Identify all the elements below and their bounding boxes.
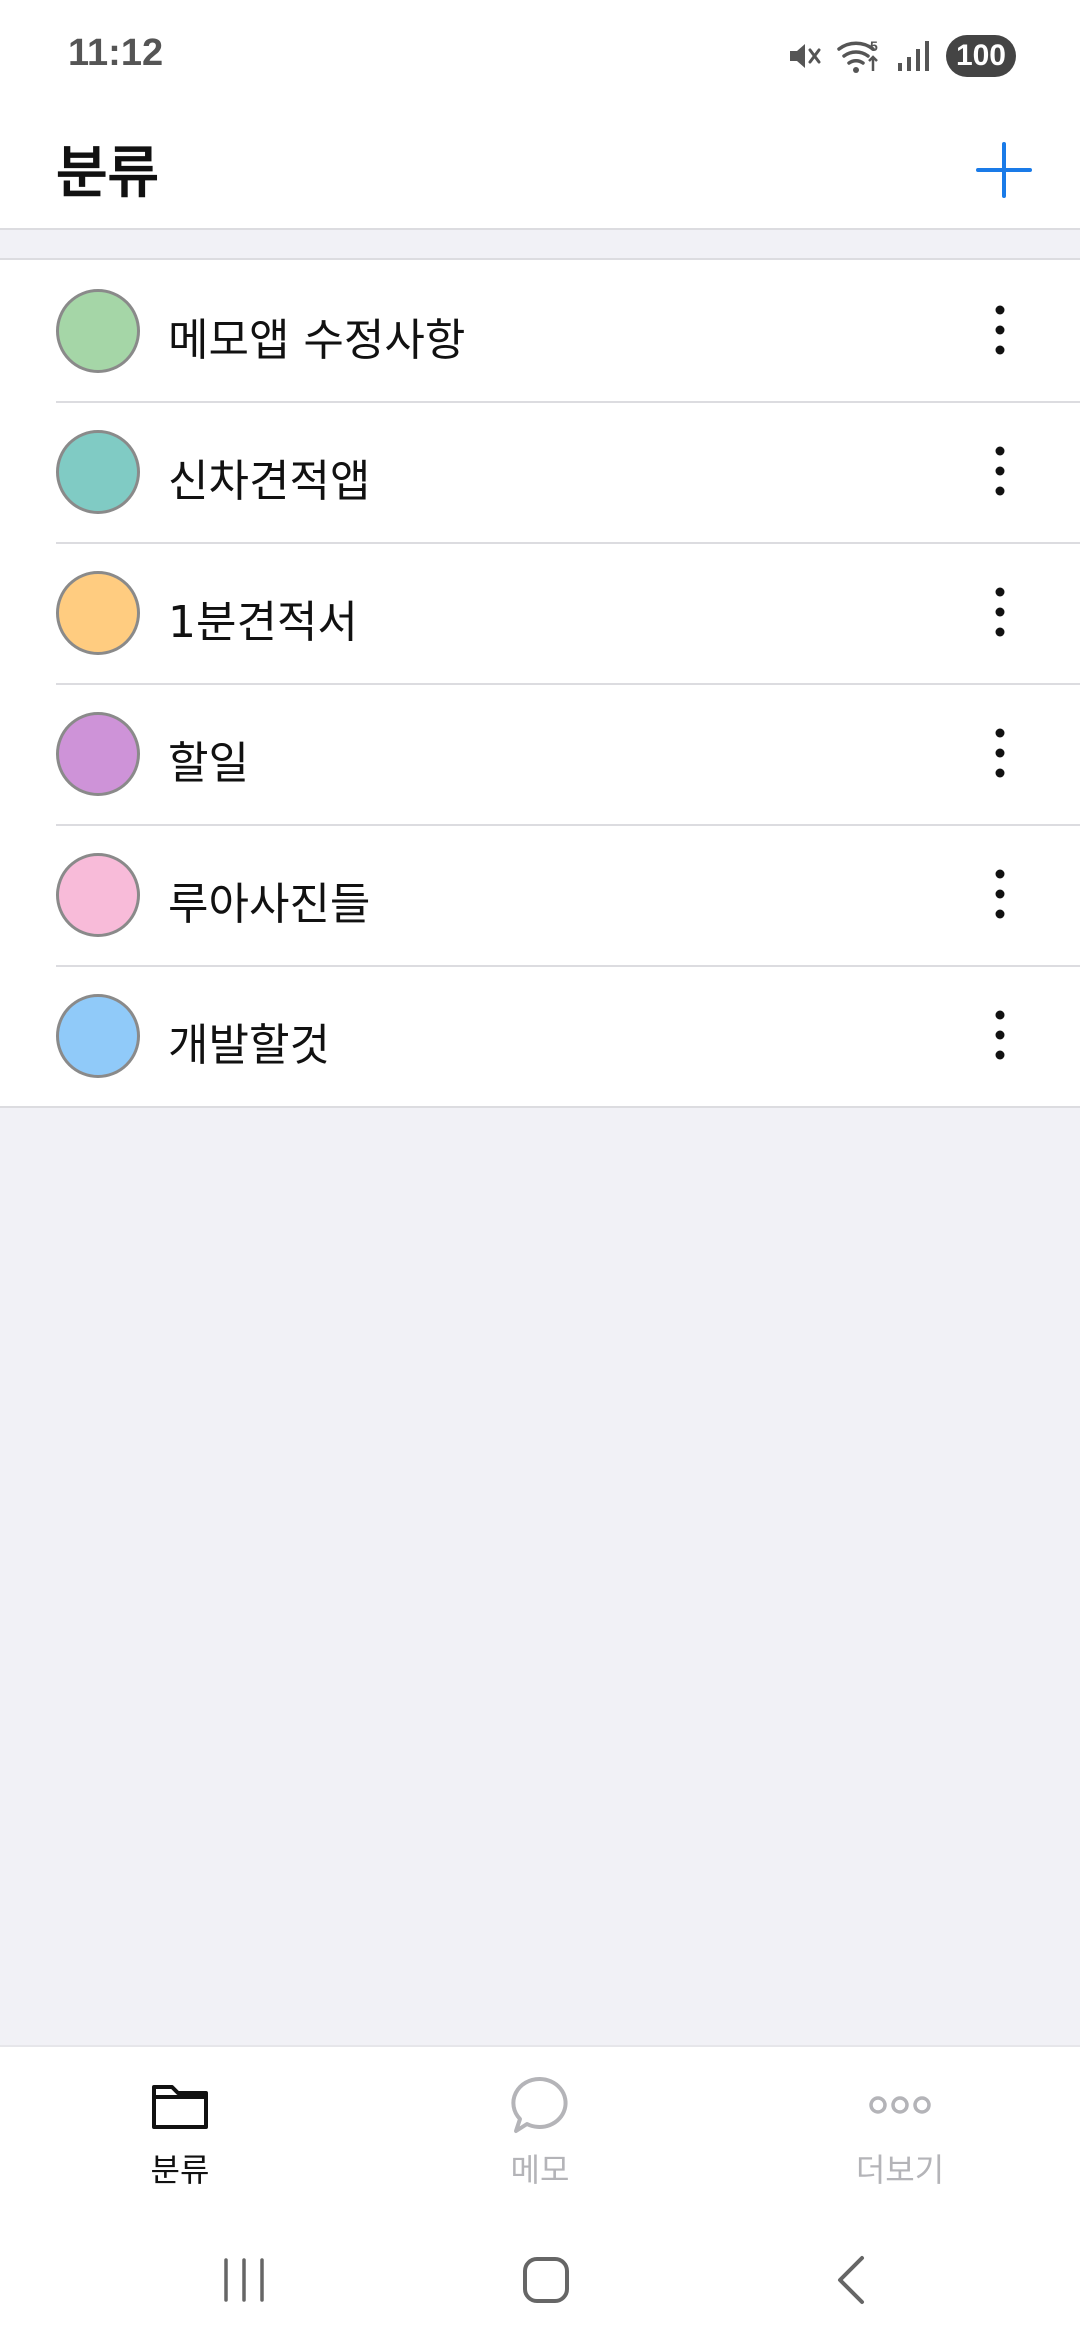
category-color-dot — [56, 430, 140, 514]
tab-more[interactable]: 더보기 — [780, 2047, 1020, 2217]
svg-text:5: 5 — [870, 38, 878, 54]
battery-icon: 100 — [945, 35, 1016, 77]
category-color-dot — [56, 571, 140, 655]
category-item[interactable]: 루아사진들 — [0, 824, 1080, 965]
category-color-dot — [56, 712, 140, 796]
category-item[interactable]: 개발할것 — [0, 965, 1080, 1106]
recent-apps-button[interactable] — [184, 2235, 304, 2325]
more-vertical-icon — [995, 1010, 1005, 1060]
bottom-tab-bar: 분류 메모 더보기 — [0, 2045, 1080, 2215]
tab-category[interactable]: 분류 — [60, 2047, 300, 2217]
tab-label: 분류 — [150, 2151, 210, 2189]
more-vertical-icon — [995, 446, 1005, 496]
page-title: 분류 — [56, 141, 160, 206]
more-vertical-icon — [995, 587, 1005, 637]
more-vertical-icon — [995, 869, 1005, 919]
add-category-button[interactable] — [964, 130, 1044, 210]
header: 분류 — [0, 110, 1080, 230]
tab-label: 메모 — [510, 2151, 570, 2189]
status-bar: 11:12 5 100 — [0, 0, 1080, 110]
more-options-button[interactable] — [964, 294, 1036, 366]
category-color-dot — [56, 853, 140, 937]
category-name: 개발할것 — [168, 1020, 330, 1071]
more-options-button[interactable] — [964, 999, 1036, 1071]
more-options-button[interactable] — [964, 576, 1036, 648]
more-options-button[interactable] — [964, 435, 1036, 507]
category-name: 신차견적앱 — [168, 456, 371, 507]
category-color-dot — [56, 994, 140, 1078]
system-nav-bar — [0, 2215, 1080, 2340]
recent-apps-icon — [224, 2258, 264, 2302]
category-color-dot — [56, 289, 140, 373]
category-item[interactable]: 신차견적앱 — [0, 401, 1080, 542]
status-time: 11:12 — [68, 32, 164, 74]
category-item[interactable]: 할일 — [0, 683, 1080, 824]
more-options-button[interactable] — [964, 858, 1036, 930]
category-item[interactable]: 메모앱 수정사항 — [0, 260, 1080, 401]
home-button[interactable] — [486, 2235, 606, 2325]
home-icon — [523, 2257, 569, 2303]
category-list: 메모앱 수정사항 신차견적앱 1분견적서 할일 루아사진들 개발할것 — [0, 258, 1080, 1108]
tab-memo[interactable]: 메모 — [420, 2047, 660, 2217]
category-name: 1분견적서 — [168, 597, 358, 648]
folder-icon — [152, 2085, 208, 2129]
more-dots-icon — [869, 2096, 931, 2114]
category-name: 메모앱 수정사항 — [168, 315, 466, 366]
category-name: 루아사진들 — [168, 879, 371, 930]
more-vertical-icon — [995, 305, 1005, 355]
plus-icon — [976, 142, 1032, 198]
chat-bubble-icon — [511, 2076, 568, 2133]
back-button[interactable] — [790, 2235, 910, 2325]
mute-icon — [786, 38, 822, 74]
tab-label: 더보기 — [855, 2151, 945, 2189]
category-item[interactable]: 1분견적서 — [0, 542, 1080, 683]
category-name: 할일 — [168, 738, 249, 789]
back-icon — [838, 2256, 864, 2304]
more-options-button[interactable] — [964, 717, 1036, 789]
more-vertical-icon — [995, 728, 1005, 778]
wifi-icon: 5 — [836, 37, 882, 75]
status-icons: 5 100 — [786, 34, 1016, 78]
signal-icon — [896, 39, 932, 73]
